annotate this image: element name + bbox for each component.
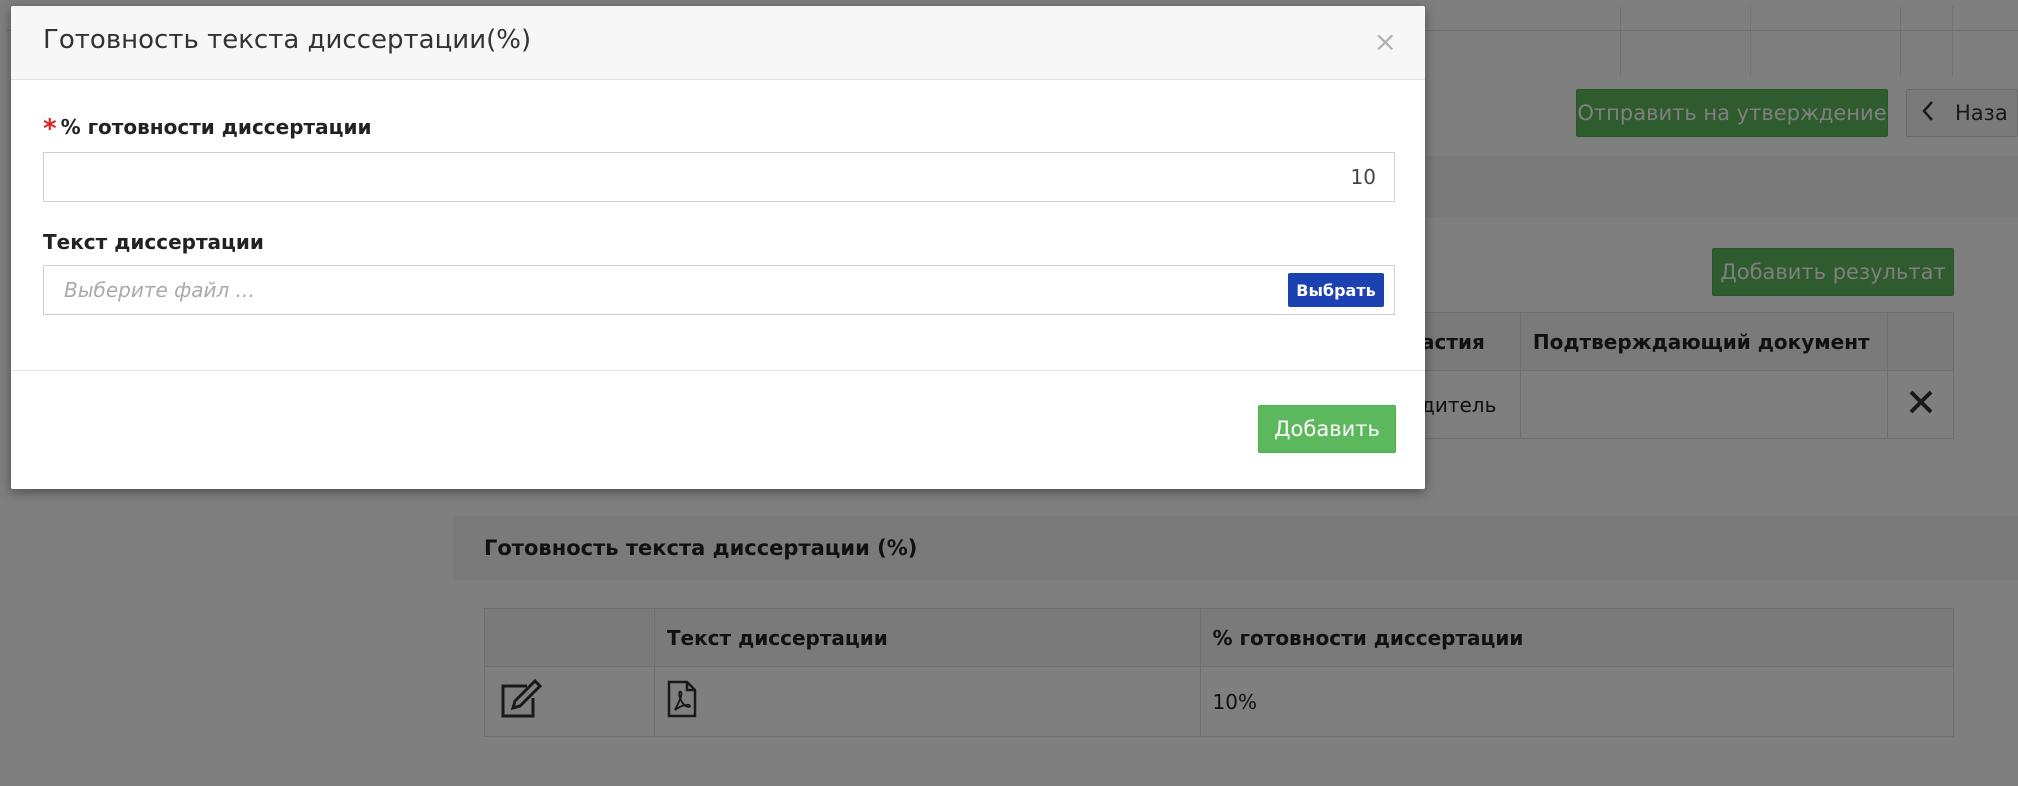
readiness-modal: Готовность текста диссертации(%) × *% го…: [11, 6, 1425, 489]
modal-title: Готовность текста диссертации(%): [43, 25, 532, 55]
modal-footer-divider: [11, 370, 1425, 371]
file-input[interactable]: Выберите файл ... Выбрать: [43, 265, 1395, 315]
required-marker: *: [43, 114, 57, 144]
choose-file-button[interactable]: Выбрать: [1288, 273, 1384, 307]
text-field-label: Текст диссертации: [43, 230, 264, 254]
percent-label-text: % готовности диссертации: [60, 115, 372, 139]
modal-header: Готовность текста диссертации(%) ×: [11, 6, 1425, 80]
percent-input[interactable]: [43, 152, 1395, 202]
add-button[interactable]: Добавить: [1258, 405, 1396, 453]
close-icon[interactable]: ×: [1374, 28, 1397, 56]
percent-field-label: *% готовности диссертации: [43, 114, 371, 144]
file-input-placeholder: Выберите файл ...: [64, 278, 255, 302]
